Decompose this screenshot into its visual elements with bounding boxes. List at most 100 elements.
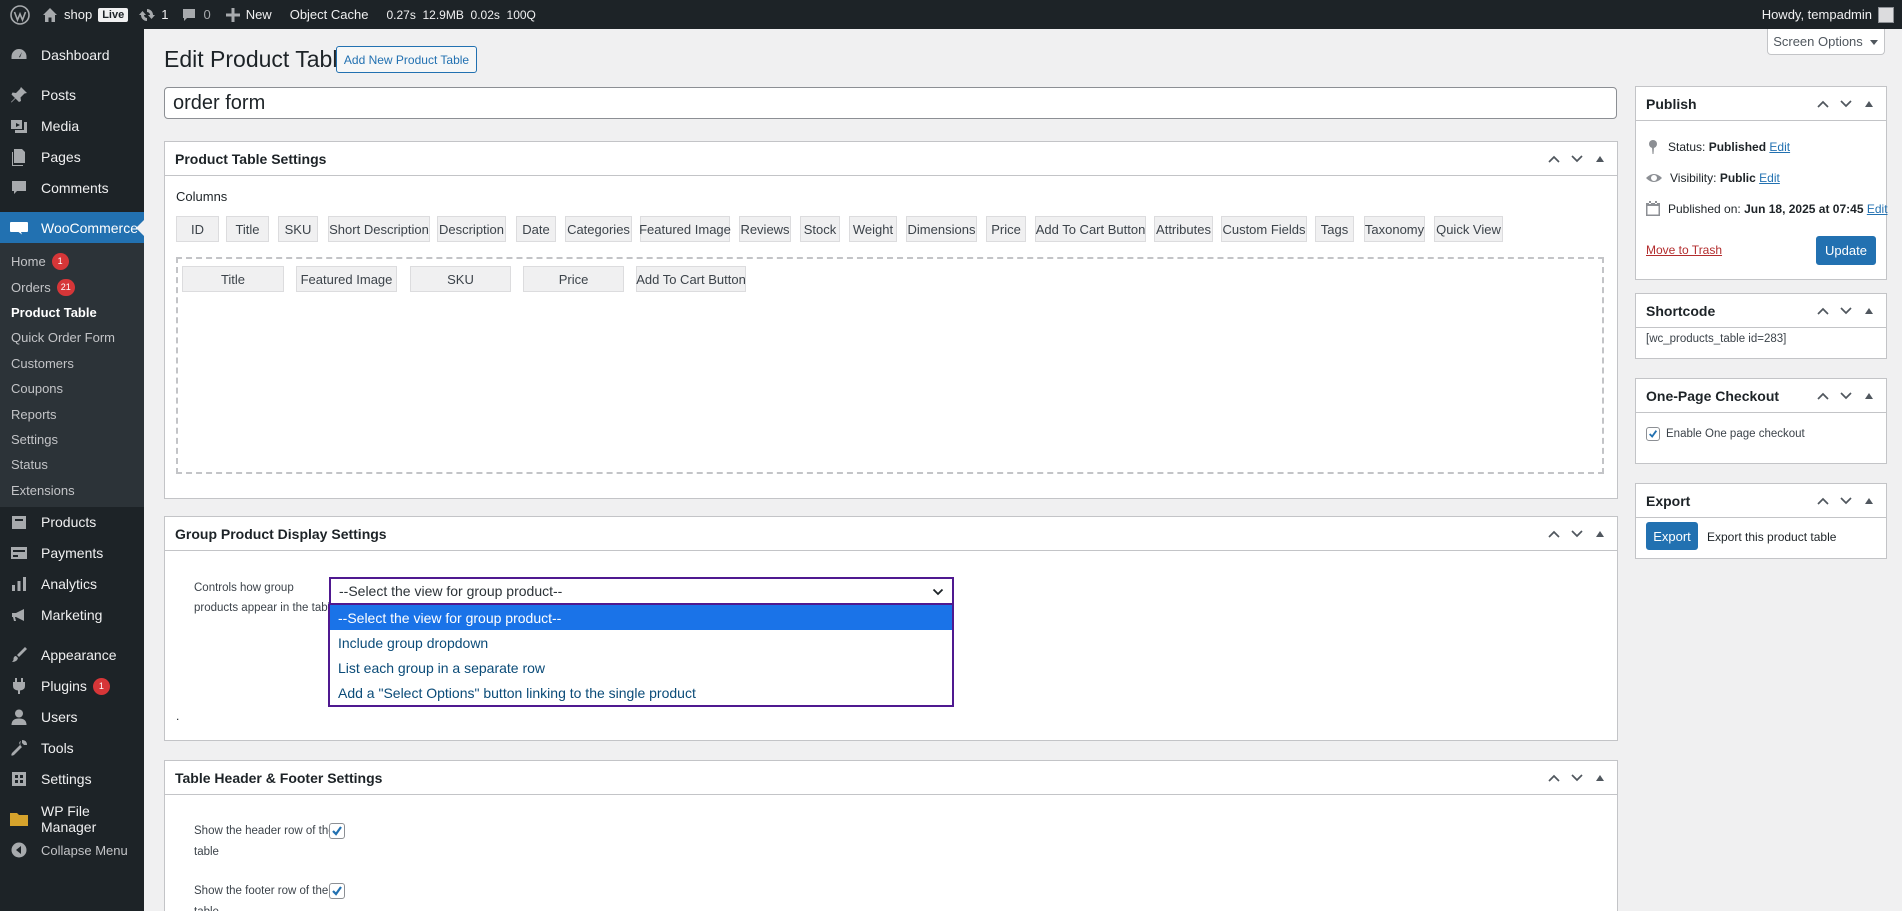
column-chip[interactable]: Reviews bbox=[739, 216, 791, 242]
column-chip[interactable]: Date bbox=[516, 216, 556, 242]
menu-pages[interactable]: Pages bbox=[0, 141, 144, 172]
site-name-link[interactable]: shop Live bbox=[40, 0, 137, 29]
submenu-reports[interactable]: Reports bbox=[0, 401, 144, 426]
dropdown-option[interactable]: Include group dropdown bbox=[330, 630, 952, 655]
menu-products[interactable]: Products bbox=[0, 507, 144, 538]
toggle-panel-icon[interactable] bbox=[1857, 497, 1880, 505]
menu-settings[interactable]: Settings bbox=[0, 764, 144, 795]
column-chip[interactable]: Short Description bbox=[328, 216, 430, 242]
move-up-icon[interactable] bbox=[1542, 154, 1565, 164]
move-down-icon[interactable] bbox=[1834, 306, 1857, 316]
selected-column-chip[interactable]: Featured Image bbox=[296, 266, 397, 292]
shortcode-value[interactable]: [wc_products_table id=283] bbox=[1646, 333, 1786, 345]
move-up-icon[interactable] bbox=[1811, 391, 1834, 401]
move-down-icon[interactable] bbox=[1834, 496, 1857, 506]
column-chip[interactable]: Stock bbox=[800, 216, 840, 242]
column-chip[interactable]: Featured Image bbox=[639, 216, 731, 242]
column-chip[interactable]: Custom Fields bbox=[1221, 216, 1307, 242]
toggle-panel-icon[interactable] bbox=[1857, 307, 1880, 315]
menu-dashboard[interactable]: Dashboard bbox=[0, 39, 144, 70]
screen-options-button[interactable]: Screen Options bbox=[1767, 29, 1885, 55]
toggle-panel-icon[interactable] bbox=[1588, 774, 1611, 782]
show-header-checkbox[interactable] bbox=[329, 823, 345, 839]
submenu-coupons[interactable]: Coupons bbox=[0, 376, 144, 401]
menu-comments[interactable]: Comments bbox=[0, 172, 144, 203]
dropdown-option[interactable]: --Select the view for group product-- bbox=[330, 605, 952, 630]
updates-link[interactable]: 1 bbox=[137, 0, 177, 29]
group-view-select[interactable]: --Select the view for group product-- bbox=[329, 577, 954, 605]
column-chip[interactable]: Taxonomy bbox=[1364, 216, 1425, 242]
column-chip[interactable]: SKU bbox=[278, 216, 318, 242]
column-chip[interactable]: ID bbox=[176, 216, 219, 242]
menu-payments[interactable]: Payments bbox=[0, 538, 144, 569]
edit-status-link[interactable]: Edit bbox=[1769, 140, 1790, 154]
submenu-extensions[interactable]: Extensions bbox=[0, 478, 144, 503]
move-up-icon[interactable] bbox=[1542, 773, 1565, 783]
edit-visibility-link[interactable]: Edit bbox=[1759, 171, 1780, 185]
menu-users[interactable]: Users bbox=[0, 702, 144, 733]
move-to-trash-link[interactable]: Move to Trash bbox=[1646, 243, 1722, 257]
selected-column-chip[interactable]: SKU bbox=[410, 266, 511, 292]
column-chip[interactable]: Attributes bbox=[1154, 216, 1213, 242]
column-chip[interactable]: Weight bbox=[849, 216, 897, 242]
menu-tools[interactable]: Tools bbox=[0, 733, 144, 764]
edit-date-link[interactable]: Edit bbox=[1867, 202, 1888, 216]
submenu-status[interactable]: Status bbox=[0, 452, 144, 477]
move-down-icon[interactable] bbox=[1565, 154, 1588, 164]
update-button[interactable]: Update bbox=[1816, 236, 1876, 265]
submenu-quick-order-form[interactable]: Quick Order Form bbox=[0, 325, 144, 350]
avatar[interactable] bbox=[1878, 6, 1894, 23]
query-monitor-link[interactable]: 0.27s 12.9MB 0.02s 100Q bbox=[377, 0, 544, 29]
menu-wp-file-manager[interactable]: WP File Manager bbox=[0, 803, 144, 835]
column-chip[interactable]: Description bbox=[437, 216, 506, 242]
submenu-home[interactable]: Home 1 bbox=[0, 249, 144, 274]
wordpress-logo-icon[interactable] bbox=[0, 0, 40, 29]
toggle-panel-icon[interactable] bbox=[1588, 530, 1611, 538]
submenu-product-table[interactable]: Product Table bbox=[0, 300, 144, 325]
submenu-customers[interactable]: Customers bbox=[0, 351, 144, 376]
one-page-checkout-checkbox[interactable] bbox=[1646, 427, 1660, 441]
move-up-icon[interactable] bbox=[1542, 529, 1565, 539]
column-chip[interactable]: Tags bbox=[1315, 216, 1354, 242]
menu-appearance[interactable]: Appearance bbox=[0, 640, 144, 671]
column-chip[interactable]: Add To Cart Button bbox=[1035, 216, 1146, 242]
menu-analytics[interactable]: Analytics bbox=[0, 569, 144, 600]
column-chip[interactable]: Categories bbox=[565, 216, 632, 242]
menu-posts[interactable]: Posts bbox=[0, 79, 144, 110]
menu-label: Plugins bbox=[41, 678, 87, 695]
move-up-icon[interactable] bbox=[1811, 306, 1834, 316]
move-down-icon[interactable] bbox=[1834, 391, 1857, 401]
object-cache-link[interactable]: Object Cache bbox=[281, 0, 378, 29]
add-new-product-table-button[interactable]: Add New Product Table bbox=[336, 46, 477, 73]
move-up-icon[interactable] bbox=[1811, 99, 1834, 109]
dropdown-option[interactable]: Add a "Select Options" button linking to… bbox=[330, 680, 952, 705]
show-footer-checkbox[interactable] bbox=[329, 883, 345, 899]
column-chip[interactable]: Dimensions bbox=[906, 216, 977, 242]
new-content-link[interactable]: New bbox=[220, 0, 281, 29]
move-down-icon[interactable] bbox=[1565, 529, 1588, 539]
selected-column-chip[interactable]: Add To Cart Button bbox=[636, 266, 746, 292]
toggle-panel-icon[interactable] bbox=[1588, 155, 1611, 163]
column-chip[interactable]: Quick View bbox=[1434, 216, 1503, 242]
howdy-user[interactable]: Howdy, tempadmin bbox=[1762, 7, 1872, 22]
move-up-icon[interactable] bbox=[1811, 496, 1834, 506]
submenu-settings[interactable]: Settings bbox=[0, 427, 144, 452]
column-chip[interactable]: Title bbox=[226, 216, 269, 242]
export-button[interactable]: Export bbox=[1646, 522, 1698, 550]
menu-media[interactable]: Media bbox=[0, 110, 144, 141]
column-chip[interactable]: Price bbox=[986, 216, 1026, 242]
submenu-orders[interactable]: Orders 21 bbox=[0, 274, 144, 299]
menu-woocommerce[interactable]: WooCommerce bbox=[0, 212, 144, 243]
selected-column-chip[interactable]: Price bbox=[523, 266, 624, 292]
product-table-title-input[interactable]: order form bbox=[164, 87, 1617, 119]
selected-column-chip[interactable]: Title bbox=[182, 266, 284, 292]
toggle-panel-icon[interactable] bbox=[1857, 392, 1880, 400]
move-down-icon[interactable] bbox=[1565, 773, 1588, 783]
collapse-menu-button[interactable]: Collapse Menu bbox=[0, 835, 144, 866]
move-down-icon[interactable] bbox=[1834, 99, 1857, 109]
comments-link[interactable]: 0 bbox=[177, 0, 219, 29]
menu-marketing[interactable]: Marketing bbox=[0, 600, 144, 631]
dropdown-option[interactable]: List each group in a separate row bbox=[330, 655, 952, 680]
toggle-panel-icon[interactable] bbox=[1857, 100, 1880, 108]
menu-plugins[interactable]: Plugins 1 bbox=[0, 671, 144, 702]
